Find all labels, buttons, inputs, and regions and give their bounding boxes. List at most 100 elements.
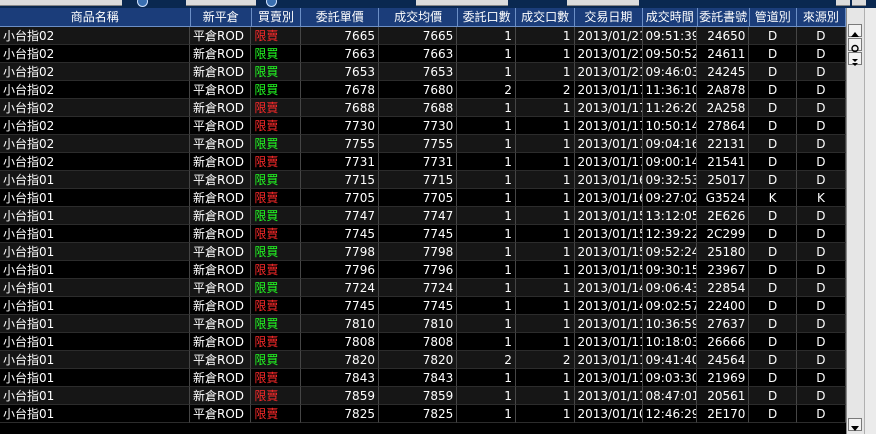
table-row[interactable]: 小台指01 新倉ROD 限賣 7808 7808 1 1 2013/01/11 10:18:03…: [0, 333, 846, 351]
cell-date: 2013/01/17: [574, 135, 643, 153]
cell-product: 小台指01: [0, 207, 190, 225]
cell-product: 小台指02: [0, 45, 190, 63]
scroll-page-down-button[interactable]: [848, 52, 862, 66]
toolbar-dropdown-range[interactable]: [567, 0, 639, 6]
toolbar-radio-2[interactable]: [266, 0, 277, 7]
cell-order-no: 24611: [697, 45, 750, 63]
column-header-channel[interactable]: 管道別: [750, 8, 797, 26]
cell-offset: 平倉ROD: [190, 171, 252, 189]
toolbar-button-export[interactable]: [852, 0, 866, 6]
column-header-order-qty[interactable]: 委託口數: [458, 8, 517, 26]
toolbar-radio-1[interactable]: [137, 0, 148, 7]
table-row[interactable]: 小台指01 平倉ROD 限買 7715 7715 1 1 2013/01/16 09:32:53…: [0, 171, 846, 189]
table-row[interactable]: 小台指01 新倉ROD 限買 7747 7747 1 1 2013/01/15 13:12:05…: [0, 207, 846, 225]
table-row[interactable]: 小台指01 新倉ROD 限賣 7859 7859 1 1 2013/01/11 08:47:01…: [0, 387, 846, 405]
cell-avg-price: 7798: [378, 243, 458, 261]
table-row[interactable]: 小台指01 平倉ROD 限買 7810 7810 1 1 2013/01/11 10:36:59…: [0, 315, 846, 333]
cell-offset: 平倉ROD: [190, 405, 252, 423]
toolbar: [0, 0, 876, 8]
toolbar-dropdown-account[interactable]: [0, 0, 122, 6]
column-header-side[interactable]: 買賣別: [252, 8, 302, 26]
cell-channel: D: [749, 99, 797, 117]
table-row[interactable]: 小台指02 新倉ROD 限賣 7688 7688 1 1 2013/01/17 11:26:20…: [0, 99, 846, 117]
cell-side: 限賣: [251, 189, 301, 207]
cell-order-no: 22854: [697, 279, 750, 297]
cell-source: D: [796, 369, 846, 387]
cell-order-qty: 1: [457, 225, 516, 243]
cell-offset: 新倉ROD: [190, 45, 252, 63]
cell-source: D: [796, 63, 846, 81]
cell-date: 2013/01/15: [574, 207, 643, 225]
table-row[interactable]: 小台指01 新倉ROD 限賣 7745 7745 1 1 2013/01/14 09:02:57…: [0, 297, 846, 315]
column-header-source[interactable]: 來源別: [797, 8, 846, 26]
vertical-scrollbar[interactable]: [846, 8, 864, 434]
column-header-order-no[interactable]: 委託書號: [698, 8, 750, 26]
column-header-fill-qty[interactable]: 成交口數: [516, 8, 575, 26]
column-header-date[interactable]: 交易日期: [575, 8, 643, 26]
cell-time: 09:32:53: [642, 171, 698, 189]
cell-order-price: 7820: [300, 351, 379, 369]
table-row[interactable]: 小台指01 新倉ROD 限賣 7745 7745 1 1 2013/01/15 12:39:22…: [0, 225, 846, 243]
table-row[interactable]: 小台指01 平倉ROD 限買 7820 7820 2 2 2013/01/11 09:41:40…: [0, 351, 846, 369]
cell-time: 08:47:01: [642, 387, 698, 405]
cell-offset: 新倉ROD: [190, 63, 252, 81]
toolbar-button-query[interactable]: [836, 0, 850, 6]
cell-offset: 新倉ROD: [190, 207, 252, 225]
cell-order-qty: 1: [457, 117, 516, 135]
cell-date: 2013/01/21: [574, 27, 643, 45]
table-row[interactable]: 小台指02 平倉ROD 限買 7755 7755 1 1 2013/01/17 09:04:16…: [0, 135, 846, 153]
toolbar-input-date[interactable]: [416, 0, 508, 6]
cell-order-no: 22131: [697, 135, 750, 153]
cell-avg-price: 7730: [378, 117, 458, 135]
side-panel-edge: [864, 8, 876, 434]
cell-order-no: 25180: [697, 243, 750, 261]
column-header-product[interactable]: 商品名稱: [0, 8, 191, 26]
cell-source: D: [796, 261, 846, 279]
scroll-up-button[interactable]: [848, 24, 862, 37]
column-header-offset[interactable]: 新平倉: [191, 8, 252, 26]
table-row[interactable]: 小台指02 平倉ROD 限賣 7665 7665 1 1 2013/01/21 09:51:39…: [0, 27, 846, 45]
cell-order-qty: 1: [457, 99, 516, 117]
cell-product: 小台指01: [0, 351, 190, 369]
cell-offset: 平倉ROD: [190, 279, 252, 297]
cell-order-no: 23967: [697, 261, 750, 279]
table-row[interactable]: 小台指01 平倉ROD 限買 7798 7798 1 1 2013/01/15 09:52:24…: [0, 243, 846, 261]
cell-order-no: 22400: [697, 297, 750, 315]
table-row[interactable]: 小台指02 平倉ROD 限賣 7730 7730 1 1 2013/01/17 10:50:14…: [0, 117, 846, 135]
cell-date: 2013/01/17: [574, 99, 643, 117]
cell-order-price: 7705: [300, 189, 379, 207]
table-row[interactable]: 小台指01 平倉ROD 限買 7724 7724 1 1 2013/01/14 09:06:43…: [0, 279, 846, 297]
scroll-down-button[interactable]: [848, 418, 862, 431]
cell-order-price: 7665: [300, 27, 379, 45]
cell-offset: 平倉ROD: [190, 135, 252, 153]
table-row[interactable]: 小台指02 新倉ROD 限賣 7731 7731 1 1 2013/01/17 09:00:14…: [0, 153, 846, 171]
column-header-order-price[interactable]: 委託單價: [301, 8, 380, 26]
cell-side: 限賣: [251, 405, 301, 423]
cell-date: 2013/01/15: [574, 261, 643, 279]
cell-avg-price: 7745: [378, 297, 458, 315]
column-header-time[interactable]: 成交時間: [643, 8, 698, 26]
cell-offset: 平倉ROD: [190, 243, 252, 261]
table-row[interactable]: 小台指01 新倉ROD 限賣 7796 7796 1 1 2013/01/15 09:30:15…: [0, 261, 846, 279]
cell-order-no: 2A878: [697, 81, 750, 99]
cell-offset: 新倉ROD: [190, 225, 252, 243]
table-row[interactable]: 小台指01 平倉ROD 限賣 7825 7825 1 1 2013/01/10 12:46:29…: [0, 405, 846, 423]
cell-time: 09:27:02: [642, 189, 698, 207]
table-row[interactable]: 小台指02 平倉ROD 限買 7678 7680 2 2 2013/01/17 11:36:10…: [0, 81, 846, 99]
toolbar-dropdown-product[interactable]: [186, 0, 256, 6]
table-row[interactable]: 小台指01 新倉ROD 限賣 7705 7705 1 1 2013/01/16 09:27:02…: [0, 189, 846, 207]
table-row[interactable]: 小台指02 新倉ROD 限買 7653 7653 1 1 2013/01/21 09:46:03…: [0, 63, 846, 81]
cell-date: 2013/01/16: [574, 171, 643, 189]
cell-product: 小台指01: [0, 243, 190, 261]
scroll-circle-button[interactable]: [848, 38, 862, 53]
cell-date: 2013/01/17: [574, 81, 643, 99]
cell-avg-price: 7665: [378, 27, 458, 45]
cell-avg-price: 7663: [378, 45, 458, 63]
cell-time: 09:04:16: [642, 135, 698, 153]
cell-side: 限賣: [251, 333, 301, 351]
cell-product: 小台指01: [0, 315, 190, 333]
cell-channel: D: [749, 45, 797, 63]
column-header-avg-price[interactable]: 成交均價: [379, 8, 458, 26]
table-row[interactable]: 小台指02 新倉ROD 限買 7663 7663 1 1 2013/01/21 09:50:52…: [0, 45, 846, 63]
table-row[interactable]: 小台指01 新倉ROD 限賣 7843 7843 1 1 2013/01/11 09:03:30…: [0, 369, 846, 387]
